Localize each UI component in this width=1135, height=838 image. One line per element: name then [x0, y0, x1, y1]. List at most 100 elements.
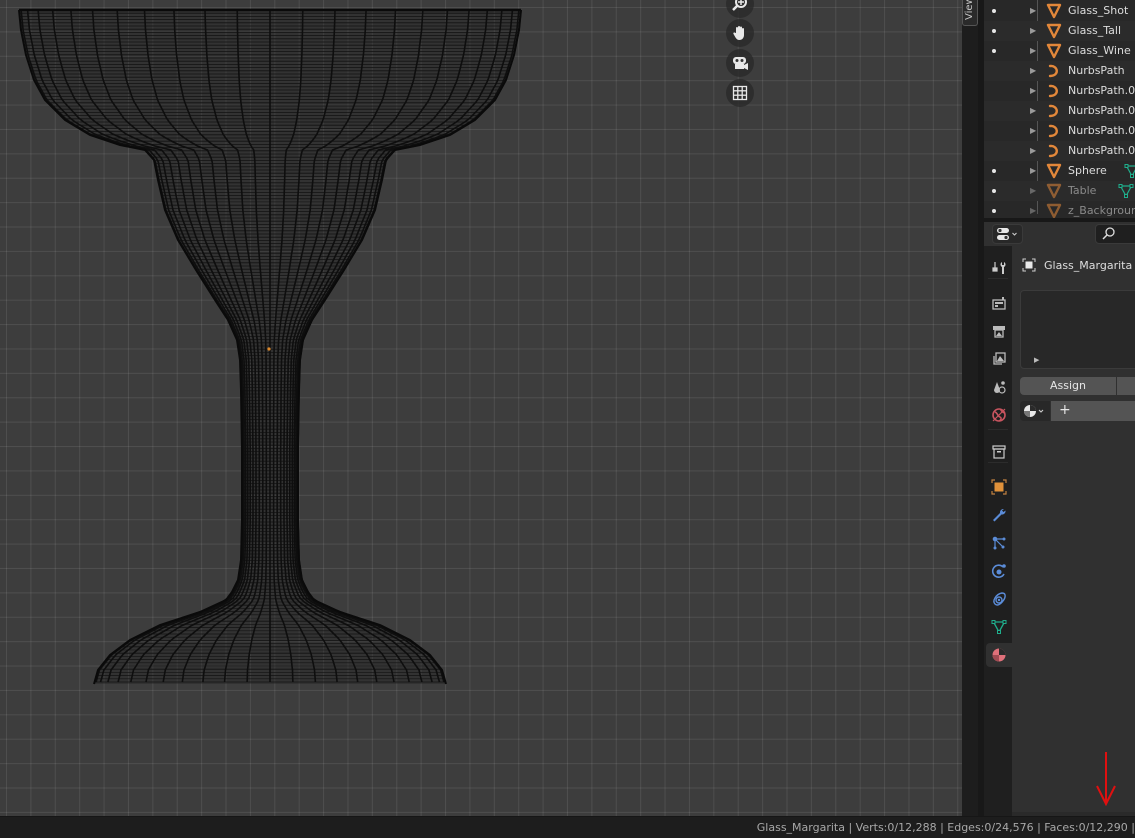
tab-output[interactable] [987, 319, 1011, 343]
expand-arrow-icon[interactable]: ▶ [1030, 101, 1036, 121]
wireframe-glass-mesh[interactable] [0, 0, 962, 816]
particles-icon [992, 536, 1006, 550]
expand-arrow-icon[interactable]: ▶ [1030, 121, 1036, 141]
outliner[interactable]: ▶ Glass_Shot ▶ Glass_Tall ▶ Glass_Wine ▶ NurbsP… [984, 0, 1135, 218]
select-button[interactable] [1117, 377, 1135, 395]
properties-search-input[interactable] [1095, 224, 1135, 244]
output-icon [993, 326, 1005, 338]
tab-material[interactable] [986, 643, 1012, 667]
expand-arrow-icon[interactable]: ▶ [1030, 161, 1036, 181]
tab-separator [988, 429, 1008, 430]
outliner-item[interactable]: ▶ z_Background [984, 201, 1135, 218]
tab-particles[interactable] [987, 531, 1011, 555]
tab-world[interactable] [987, 403, 1011, 427]
mesh-object-icon [1046, 23, 1062, 39]
outliner-item[interactable]: ▶ NurbsPath.00 [984, 101, 1135, 121]
outliner-item-name[interactable]: Sphere [1068, 161, 1107, 181]
outliner-item-name[interactable]: NurbsPath [1068, 61, 1125, 81]
expand-arrow-icon[interactable]: ▶ [1030, 181, 1036, 201]
material-sphere-icon [1024, 405, 1044, 417]
tab-tool[interactable] [987, 256, 1011, 280]
browse-material-dropdown[interactable] [1020, 401, 1050, 421]
outliner-item-name[interactable]: NurbsPath.00 [1068, 81, 1135, 101]
outliner-item-name[interactable]: Glass_Shot [1068, 1, 1128, 21]
visibility-dot-icon[interactable] [992, 9, 996, 13]
visibility-dot-icon[interactable] [992, 49, 996, 53]
visibility-dot-icon[interactable] [992, 189, 996, 193]
material-slot-list[interactable]: ▶ [1020, 290, 1135, 369]
expand-arrow-icon[interactable]: ▶ [1030, 141, 1036, 161]
outliner-item-name[interactable]: z_Background [1068, 201, 1135, 218]
tab-physics[interactable] [987, 559, 1011, 583]
expand-arrow-icon[interactable]: ▶ [1030, 1, 1036, 21]
visibility-dot-icon[interactable] [992, 29, 996, 33]
camera-icon [733, 57, 748, 70]
tab-view-layer[interactable] [987, 347, 1011, 371]
expand-arrow-icon[interactable]: ▶ [1030, 201, 1036, 218]
pan-hand-icon [733, 26, 744, 40]
outliner-item-name[interactable]: NurbsPath.00 [1068, 141, 1135, 161]
scene-icon [994, 381, 1006, 394]
curve-object-icon [1046, 123, 1062, 139]
editor-type-dropdown[interactable] [992, 224, 1023, 244]
visibility-dot-icon[interactable] [992, 209, 996, 213]
mesh-object-icon [1046, 3, 1062, 19]
tab-collection[interactable] [987, 440, 1011, 464]
outliner-item-name[interactable]: NurbsPath.00 [1068, 121, 1135, 141]
modifiers-icon [993, 508, 1006, 522]
expand-arrow-icon[interactable]: ▶ [1030, 21, 1036, 41]
curve-object-icon [1046, 143, 1062, 159]
tool-icon [992, 262, 1006, 274]
expand-arrow-icon[interactable]: ▶ [1030, 41, 1036, 61]
properties-editor-icon [997, 228, 1017, 240]
mesh-object-icon [1046, 203, 1062, 218]
outliner-item[interactable]: ▶ Glass_Wine [984, 41, 1135, 61]
expand-arrow-icon[interactable]: ▶ [1030, 81, 1036, 101]
visibility-dot-icon[interactable] [992, 169, 996, 173]
tab-modifiers[interactable] [987, 503, 1011, 527]
outliner-item[interactable]: ▶ Glass_Shot [984, 1, 1135, 21]
outliner-item[interactable]: ▶ Table [984, 181, 1135, 201]
outliner-item-name[interactable]: Glass_Tall [1068, 21, 1121, 41]
curve-object-icon [1046, 103, 1062, 119]
3d-viewport[interactable] [0, 0, 962, 816]
outliner-item[interactable]: ▶ NurbsPath [984, 61, 1135, 81]
tab-render[interactable] [987, 291, 1011, 315]
tab-data[interactable] [987, 615, 1011, 639]
outliner-item[interactable]: ▶ NurbsPath.00 [984, 81, 1135, 101]
status-bar: Glass_Margarita | Verts:0/12,288 | Edges… [0, 816, 1135, 838]
tab-object[interactable] [987, 475, 1011, 499]
camera-view-button[interactable] [726, 49, 754, 77]
outliner-item-name[interactable]: Table [1068, 181, 1096, 201]
sidebar-tab-view[interactable]: View [962, 0, 978, 26]
view-layer-icon [993, 352, 1006, 365]
outliner-item[interactable]: ▶ NurbsPath.00 [984, 141, 1135, 161]
outliner-item[interactable]: ▶ Sphere [984, 161, 1135, 181]
object-origin-dot [267, 347, 271, 351]
material-properties-panel: Glass_Margarita ▶ Assign + [1012, 246, 1135, 816]
mesh-data-icon[interactable] [1118, 183, 1134, 199]
render-icon [992, 297, 1006, 310]
pan-gizmo-button[interactable] [726, 19, 754, 47]
mesh-data-icon[interactable] [1124, 163, 1135, 179]
outliner-item-name[interactable]: Glass_Wine [1068, 41, 1131, 61]
material-icon [992, 648, 1006, 662]
physics-icon [991, 564, 1006, 578]
collection-icon [992, 445, 1006, 459]
new-material-button[interactable]: + [1051, 401, 1135, 421]
assign-button[interactable]: Assign [1020, 377, 1116, 395]
tab-scene[interactable] [987, 375, 1011, 399]
expand-arrow-icon[interactable]: ▶ [1030, 61, 1036, 81]
list-resize-grip-icon[interactable]: ▶ [1034, 356, 1039, 364]
outliner-item[interactable]: ▶ Glass_Tall [984, 21, 1135, 41]
constraints-icon [993, 592, 1006, 606]
ortho-toggle-button[interactable] [726, 79, 754, 107]
outliner-item-name[interactable]: NurbsPath.00 [1068, 101, 1135, 121]
object-name: Glass_Margarita [1044, 258, 1133, 272]
sidebar-tab-label: View [964, 0, 975, 20]
outliner-item[interactable]: ▶ NurbsPath.00 [984, 121, 1135, 141]
search-icon [1102, 227, 1115, 240]
curve-object-icon [1046, 83, 1062, 99]
world-icon [992, 408, 1006, 422]
tab-constraints[interactable] [987, 587, 1011, 611]
